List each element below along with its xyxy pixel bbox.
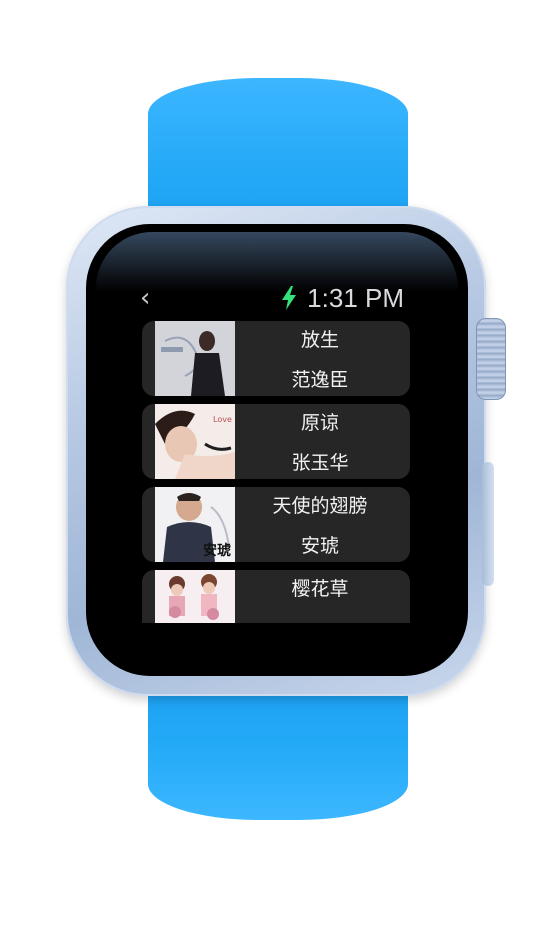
list-item[interactable]: Love 原谅 张玉华 — [142, 404, 410, 479]
song-title: 放生 — [300, 329, 339, 351]
song-title: 天使的翅膀 — [272, 495, 368, 517]
list-item[interactable]: 安琥 天使的翅膀 安琥 — [142, 487, 410, 562]
side-button[interactable] — [482, 462, 494, 586]
bolt-icon — [282, 286, 297, 310]
list-item[interactable]: 放生 范逸臣 — [142, 321, 410, 396]
song-list[interactable]: 放生 范逸臣 Love 原谅 张玉华 安琥 天使的翅膀 安琥 樱花草 — [142, 321, 410, 623]
song-title: 樱花草 — [291, 578, 349, 600]
digital-crown[interactable] — [476, 318, 506, 400]
watch-screen: ‹ 1:31 PM 放生 范逸臣 Love 原谅 张玉华 安琥 天使的翅膀 安琥… — [136, 278, 418, 623]
song-artist: 安琥 — [300, 535, 339, 557]
song-title: 原谅 — [300, 412, 339, 434]
album-art: Love — [155, 404, 235, 479]
album-art-text: 安琥 — [203, 542, 231, 559]
song-artist: 张玉华 — [291, 452, 349, 474]
album-art — [155, 321, 235, 396]
chevron-left-icon[interactable]: ‹ — [140, 285, 160, 311]
list-item[interactable]: 樱花草 — [142, 570, 410, 623]
svg-text:Love: Love — [213, 415, 232, 424]
status-bar: 1:31 PM — [281, 282, 404, 314]
album-art — [155, 570, 235, 623]
song-artist: 范逸臣 — [291, 369, 349, 391]
album-art: 安琥 — [155, 487, 235, 562]
clock-time: 1:31 PM — [307, 282, 404, 313]
